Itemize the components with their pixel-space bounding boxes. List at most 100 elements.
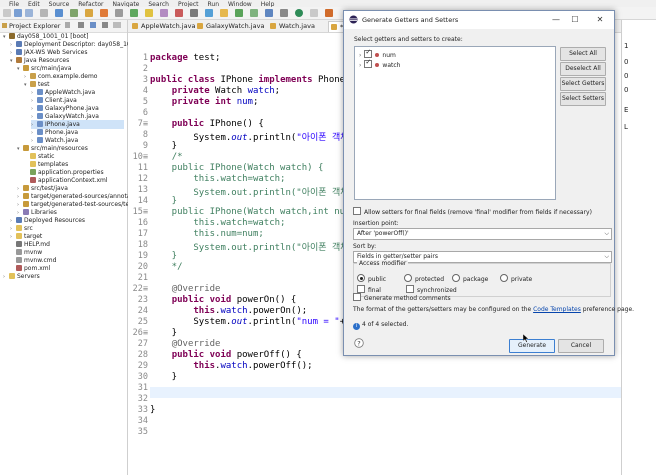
- field-name: num: [382, 52, 396, 59]
- access-modifier-option[interactable]: package: [452, 274, 488, 283]
- print-icon[interactable]: [40, 9, 48, 17]
- stop-icon[interactable]: [175, 9, 183, 17]
- tree-item-label: Phone.java: [45, 129, 79, 136]
- dialog-title-bar[interactable]: Generate Getters and Setters — ☐ ✕: [344, 11, 614, 29]
- access-modifier-option[interactable]: private: [500, 274, 532, 283]
- code-templates-link[interactable]: Code Templates: [533, 306, 581, 313]
- final-checkbox[interactable]: [357, 285, 365, 293]
- view-menu-icon[interactable]: [102, 22, 108, 28]
- tree-item-label: target/generated-sources/annotatio: [31, 193, 139, 200]
- access-modifier-option[interactable]: protected: [404, 274, 444, 283]
- maximize-button[interactable]: ☐: [569, 14, 581, 26]
- code-line: this.watch.powerOn();: [193, 306, 308, 316]
- synchronized-checkbox[interactable]: [406, 285, 414, 293]
- collapse-all-icon[interactable]: [78, 22, 84, 28]
- dropdown-icon[interactable]: [310, 9, 318, 17]
- link-editor-icon[interactable]: [90, 22, 96, 28]
- task-icon[interactable]: [100, 9, 108, 17]
- tree-item[interactable]: › Servers: [3, 272, 124, 281]
- cancel-button[interactable]: Cancel: [558, 339, 604, 353]
- close-icon[interactable]: [65, 22, 70, 28]
- collapsed-arrow-icon[interactable]: ›: [359, 62, 361, 69]
- radio-button[interactable]: [404, 274, 412, 282]
- new-java-icon[interactable]: [325, 9, 333, 17]
- folder-icon: [16, 233, 22, 239]
- package-icon: [30, 81, 36, 87]
- access-modifier-option[interactable]: public: [357, 274, 386, 283]
- selection-button[interactable]: Select All: [560, 47, 606, 61]
- java-file-icon: [37, 105, 43, 111]
- source-folder-icon: [23, 201, 29, 207]
- insertion-point-label: Insertion point:: [353, 220, 399, 227]
- generate-comments-checkbox[interactable]: [353, 293, 361, 301]
- code-line: public IPhone(Watch watch,int num): [150, 207, 356, 217]
- selection-button[interactable]: Deselect All: [560, 62, 606, 76]
- access-modifier-label: private: [511, 276, 533, 283]
- selection-button[interactable]: Select Setters: [560, 92, 606, 106]
- generate-comments-option[interactable]: Generate method comments: [353, 293, 451, 302]
- debug-icon[interactable]: [70, 9, 78, 17]
- field-checkbox[interactable]: [364, 58, 373, 68]
- private-field-icon: [375, 63, 380, 67]
- server-icon[interactable]: [130, 9, 138, 17]
- run-icon[interactable]: [235, 9, 243, 17]
- new-icon[interactable]: [3, 9, 11, 17]
- tree-item-label: Libraries: [31, 209, 57, 216]
- tree-item-label: mvnw.cmd: [24, 257, 57, 264]
- terminal-icon[interactable]: [55, 9, 63, 17]
- select-fields-label: Select getters and setters to create:: [354, 36, 463, 43]
- coverage-icon[interactable]: [280, 9, 288, 17]
- run-green-icon[interactable]: [295, 9, 303, 17]
- field-item[interactable]: › watch: [359, 58, 401, 69]
- dialog-title: Generate Getters and Setters: [362, 16, 459, 24]
- editor-tab[interactable]: Watch.java: [268, 21, 337, 31]
- access-modifier-label: Access modifier: [357, 260, 409, 267]
- save-icon[interactable]: [14, 9, 22, 17]
- java-file-icon: [37, 129, 43, 135]
- field-checkbox[interactable]: [364, 48, 373, 58]
- selection-button[interactable]: Select Getters: [560, 77, 606, 91]
- tree-item-label: Deployed Resources: [24, 217, 86, 224]
- radio-button[interactable]: [452, 274, 460, 282]
- refresh-icon[interactable]: [160, 9, 168, 17]
- access-modifier-label: package: [463, 276, 489, 283]
- tree-item-label: Java Resources: [24, 57, 70, 64]
- help-icon[interactable]: ?: [354, 338, 364, 348]
- insertion-point-select[interactable]: After 'powerOff()' ⌵: [353, 228, 612, 240]
- outline-entry: L: [624, 123, 628, 131]
- radio-button[interactable]: [357, 274, 365, 282]
- fields-tree[interactable]: › num › watch: [354, 46, 556, 200]
- code-line: System.out.println("아이폰 객체 생: [150, 243, 363, 253]
- close-button[interactable]: ✕: [594, 14, 606, 26]
- minimize-icon[interactable]: [113, 22, 121, 28]
- source-folder-icon: [23, 145, 29, 151]
- save-all-icon[interactable]: [25, 9, 33, 17]
- radio-button[interactable]: [500, 274, 508, 282]
- project-explorer-title: Project Explorer: [9, 22, 61, 30]
- run-dropdown-icon[interactable]: [250, 9, 258, 17]
- generate-button[interactable]: Generate: [509, 339, 555, 353]
- selection-status-text: 4 of 4 selected.: [362, 321, 409, 328]
- collapsed-arrow-icon[interactable]: ›: [359, 52, 361, 59]
- minimize-button[interactable]: —: [550, 14, 562, 26]
- build-icon[interactable]: [85, 9, 93, 17]
- svg-text:?: ?: [357, 339, 360, 347]
- package-explorer-icon[interactable]: [145, 9, 153, 17]
- field-name: watch: [382, 62, 401, 69]
- perspective-icon[interactable]: [205, 9, 213, 17]
- editor-tab[interactable]: GalaxyWatch.java: [195, 21, 264, 31]
- file-icon: [16, 249, 22, 255]
- generate-getters-setters-dialog: Generate Getters and Setters — ☐ ✕ Selec…: [343, 10, 634, 356]
- settings-icon[interactable]: [190, 9, 198, 17]
- open-type-icon[interactable]: [220, 9, 228, 17]
- folder-icon: [30, 161, 36, 167]
- java-file-icon: [37, 113, 43, 119]
- allow-final-checkbox[interactable]: [353, 207, 361, 215]
- external-tools-icon[interactable]: [265, 9, 273, 17]
- allow-final-setters-option[interactable]: Allow setters for final fields (remove '…: [353, 207, 592, 216]
- private-field-icon: [375, 53, 380, 57]
- search-icon[interactable]: [115, 9, 123, 17]
- code-line: }: [150, 196, 178, 206]
- editor-tab[interactable]: AppleWatch.java: [130, 21, 199, 31]
- markdown-file-icon: [16, 241, 22, 247]
